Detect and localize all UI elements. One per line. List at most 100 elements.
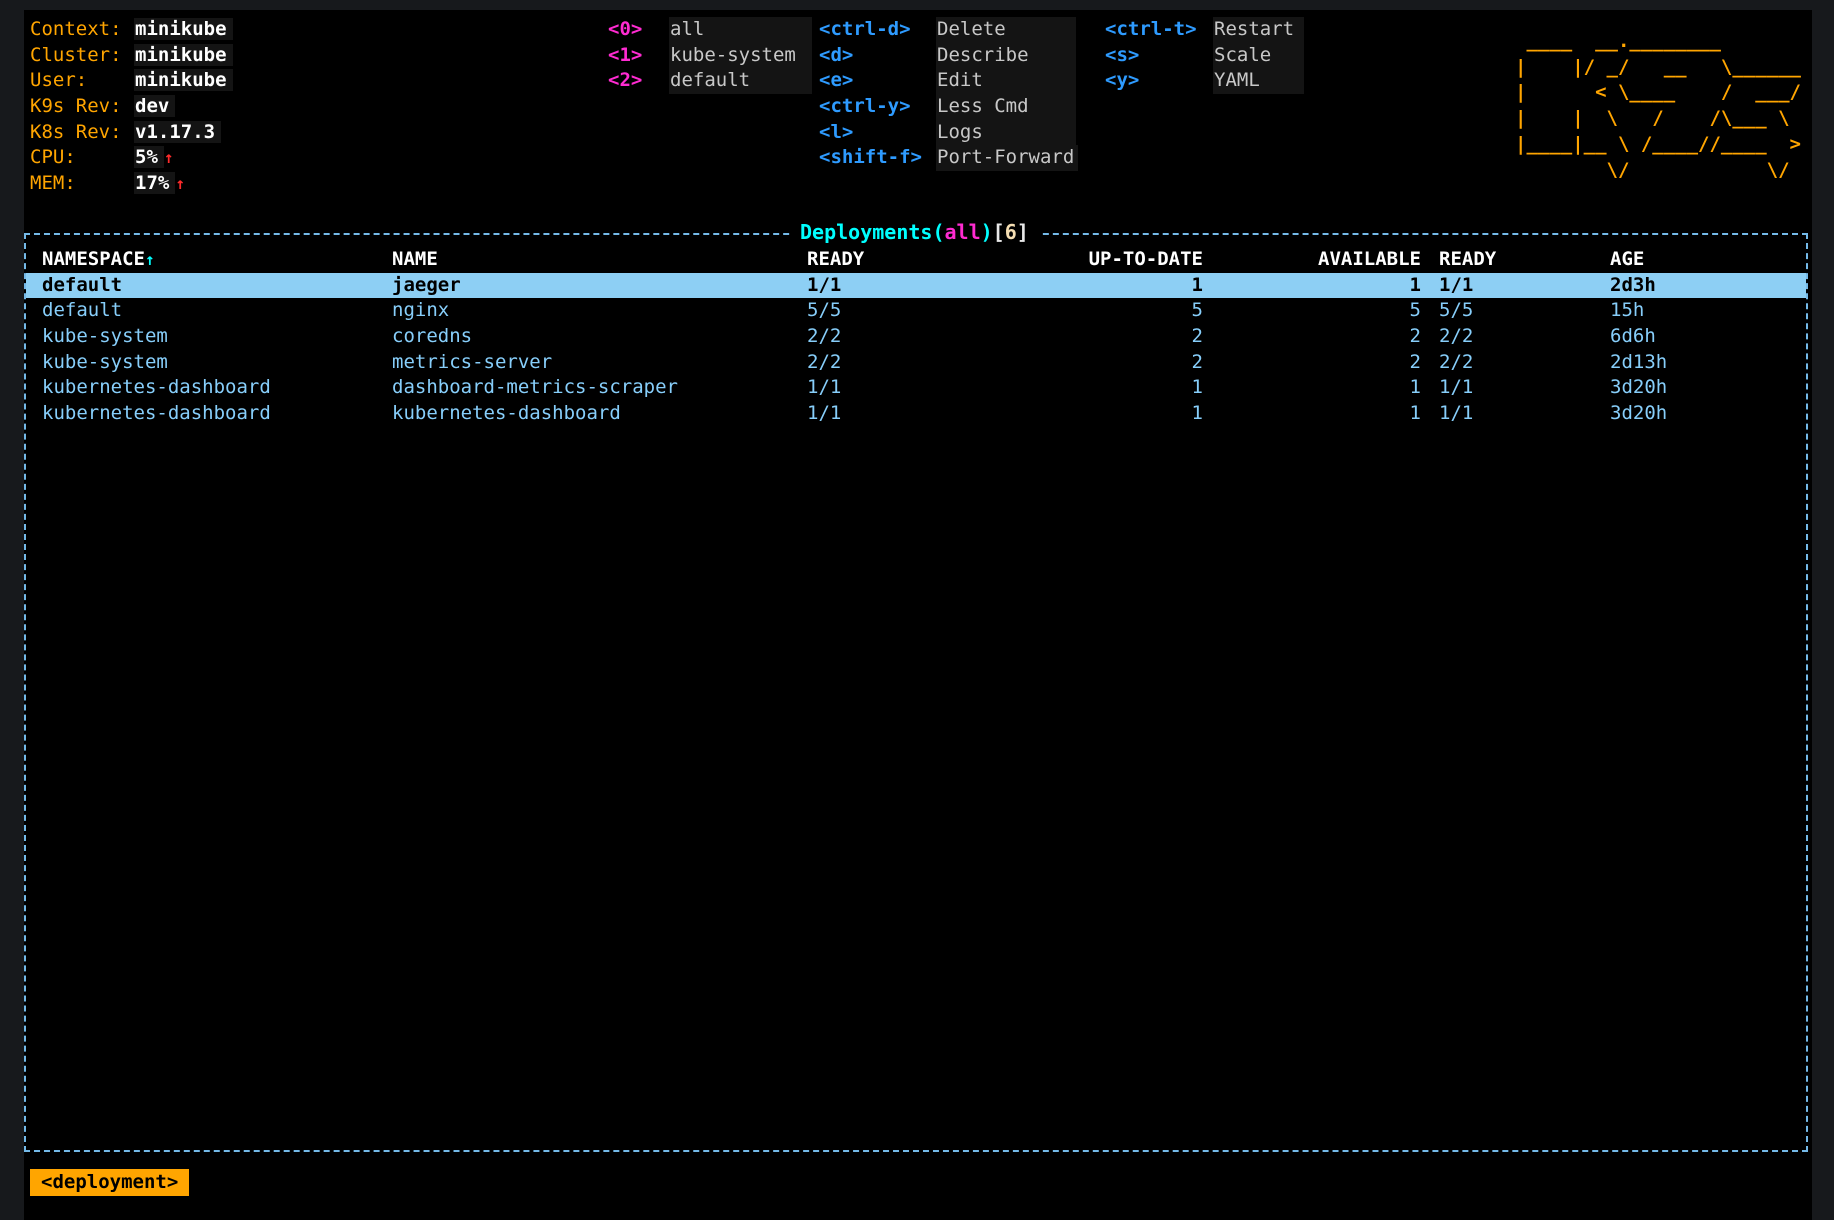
cluster-info: Context:minikubeCluster:minikubeUser:min… [30, 17, 233, 197]
namespace-menu-item-key: <1> [608, 43, 669, 69]
column-header-ready-2: READY [1421, 247, 1592, 273]
cell-ready-2: 1/1 [1421, 375, 1592, 401]
cluster-info-value: dev [134, 95, 175, 117]
cell-ready: 1/1 [807, 375, 1001, 401]
cluster-info-row: Context:minikube [30, 17, 233, 43]
cell-namespace: default [42, 273, 392, 299]
k9s-terminal: Context:minikubeCluster:minikubeUser:min… [24, 10, 1812, 1220]
action-menu-item-label: Scale [1213, 43, 1304, 69]
column-header-available: AVAILABLE [1203, 247, 1421, 273]
action-menu-item[interactable]: <s>Scale [1105, 43, 1304, 69]
actions-menu-secondary: <ctrl-t>Restart<s>Scale<y>YAML [1105, 17, 1304, 94]
namespace-menu-item-label: all [669, 17, 812, 43]
action-menu-item[interactable]: <d>Describe [819, 43, 1078, 69]
cluster-info-label: Cluster: [30, 43, 134, 69]
namespace-menu-item[interactable]: <1>kube-system [608, 43, 812, 69]
cell-ready-2: 1/1 [1421, 273, 1592, 299]
namespace-menu-item-label: default [669, 68, 812, 94]
namespace-menu-item[interactable]: <0>all [608, 17, 812, 43]
cell-age: 2d3h [1592, 273, 1806, 299]
action-menu-item-label: Edit [936, 68, 1076, 94]
namespace-menu: <0>all<1>kube-system<2>default [608, 17, 812, 94]
column-header-namespace-label: NAMESPACE [42, 248, 145, 270]
column-header-ready: READY [807, 247, 1001, 273]
cell-name: nginx [392, 298, 807, 324]
cell-up-to-date: 1 [1001, 273, 1203, 299]
action-menu-item-key: <y> [1105, 68, 1213, 94]
table-row[interactable]: kube-systemmetrics-server2/2222/22d13h [26, 350, 1806, 376]
column-header-age: AGE [1592, 247, 1806, 273]
cluster-info-row: Cluster:minikube [30, 43, 233, 69]
cluster-info-label: K8s Rev: [30, 120, 134, 146]
cell-name: metrics-server [392, 350, 807, 376]
cell-ready-2: 2/2 [1421, 324, 1592, 350]
cell-namespace: kube-system [42, 324, 392, 350]
cluster-info-row: MEM:17%↑ [30, 171, 233, 197]
action-menu-item-label: Restart [1213, 17, 1304, 43]
action-menu-item[interactable]: <ctrl-d>Delete [819, 17, 1078, 43]
namespace-menu-item[interactable]: <2>default [608, 68, 812, 94]
cell-available: 1 [1203, 273, 1421, 299]
action-menu-item[interactable]: <ctrl-y>Less Cmd [819, 94, 1078, 120]
sort-ascending-icon: ↑ [145, 250, 155, 269]
cluster-info-value: 17% [134, 172, 175, 194]
action-menu-item[interactable]: <l>Logs [819, 120, 1078, 146]
cell-age: 3d20h [1592, 375, 1806, 401]
table-content: NAMESPACE↑ NAME READY UP-TO-DATE AVAILAB… [26, 235, 1806, 1150]
namespace-menu-item-key: <0> [608, 17, 669, 43]
action-menu-item-key: <l> [819, 120, 936, 146]
column-header-namespace: NAMESPACE↑ [42, 247, 392, 273]
cell-name: coredns [392, 324, 807, 350]
cell-available: 1 [1203, 401, 1421, 427]
cell-available: 2 [1203, 324, 1421, 350]
cluster-info-label: CPU: [30, 145, 134, 171]
action-menu-item-label: Describe [936, 43, 1076, 69]
cluster-info-label: K9s Rev: [30, 94, 134, 120]
action-menu-item-label: Delete [936, 17, 1076, 43]
cell-ready: 2/2 [807, 324, 1001, 350]
cell-age: 2d13h [1592, 350, 1806, 376]
cell-up-to-date: 1 [1001, 375, 1203, 401]
namespace-menu-item-key: <2> [608, 68, 669, 94]
cluster-info-row: User:minikube [30, 68, 233, 94]
cluster-info-value: minikube [134, 18, 233, 40]
action-menu-item-key: <ctrl-d> [819, 17, 936, 43]
action-menu-item[interactable]: <shift-f>Port-Forward [819, 145, 1078, 171]
table-row[interactable]: kubernetes-dashboarddashboard-metrics-sc… [26, 375, 1806, 401]
k9s-logo: ____ __.________ | |/ _/ __ \______ | < … [1515, 29, 1801, 183]
cell-available: 2 [1203, 350, 1421, 376]
cell-up-to-date: 2 [1001, 350, 1203, 376]
action-menu-item[interactable]: <e>Edit [819, 68, 1078, 94]
action-menu-item-key: <d> [819, 43, 936, 69]
cell-namespace: default [42, 298, 392, 324]
action-menu-item-key: <ctrl-t> [1105, 17, 1213, 43]
table-row[interactable]: kubernetes-dashboardkubernetes-dashboard… [26, 401, 1806, 427]
cell-name: dashboard-metrics-scraper [392, 375, 807, 401]
cell-ready-2: 2/2 [1421, 350, 1592, 376]
table-row[interactable]: defaultnginx5/5555/515h [26, 298, 1806, 324]
action-menu-item[interactable]: <ctrl-t>Restart [1105, 17, 1304, 43]
cluster-info-label: MEM: [30, 171, 134, 197]
cluster-info-value: minikube [134, 69, 233, 91]
cluster-info-row: K9s Rev:dev [30, 94, 233, 120]
resource-crumb[interactable]: <deployment> [30, 1169, 189, 1196]
cell-ready: 5/5 [807, 298, 1001, 324]
action-menu-item-key: <shift-f> [819, 145, 936, 171]
namespace-menu-item-label: kube-system [669, 43, 812, 69]
action-menu-item[interactable]: <y>YAML [1105, 68, 1304, 94]
cell-name: kubernetes-dashboard [392, 401, 807, 427]
actions-menu-primary: <ctrl-d>Delete<d>Describe<e>Edit<ctrl-y>… [819, 17, 1078, 171]
cell-ready-2: 1/1 [1421, 401, 1592, 427]
cell-age: 3d20h [1592, 401, 1806, 427]
cluster-info-label: User: [30, 68, 134, 94]
cell-up-to-date: 1 [1001, 401, 1203, 427]
table-header-row: NAMESPACE↑ NAME READY UP-TO-DATE AVAILAB… [26, 247, 1806, 273]
table-row[interactable]: defaultjaeger1/1111/12d3h [26, 273, 1806, 299]
cell-namespace: kubernetes-dashboard [42, 375, 392, 401]
cluster-info-value: v1.17.3 [134, 121, 221, 143]
action-menu-item-label: Port-Forward [936, 145, 1078, 171]
cell-namespace: kubernetes-dashboard [42, 401, 392, 427]
cell-available: 1 [1203, 375, 1421, 401]
column-header-up-to-date: UP-TO-DATE [1001, 247, 1203, 273]
table-row[interactable]: kube-systemcoredns2/2222/26d6h [26, 324, 1806, 350]
